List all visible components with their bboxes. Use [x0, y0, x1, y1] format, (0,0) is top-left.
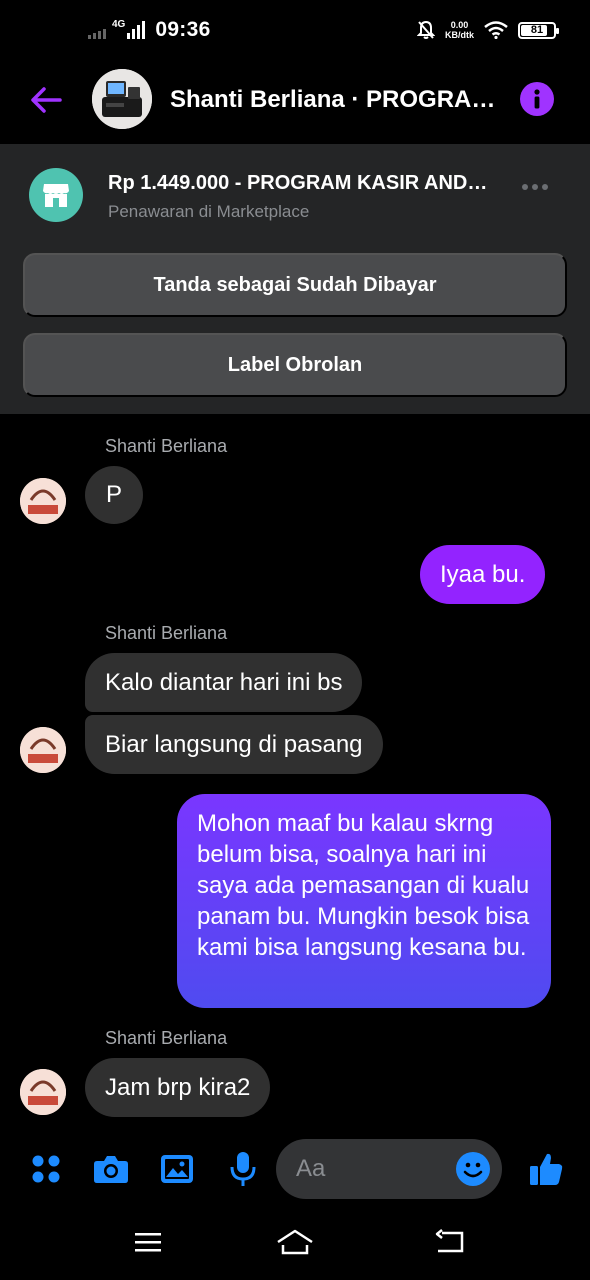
battery-level: 81	[530, 24, 544, 36]
sender-name: Shanti Berliana	[105, 1028, 228, 1048]
sender-name: Shanti Berliana	[105, 436, 228, 456]
back-icon	[435, 1229, 464, 1253]
mark-as-paid-button[interactable]: Tanda sebagai Sudah Dibayar	[23, 253, 567, 317]
message-bubble-incoming[interactable]: P	[85, 466, 143, 524]
camera-icon[interactable]	[93, 1151, 129, 1187]
network-speed: 0.00 KB/dtk	[445, 20, 474, 40]
arrow-left-icon	[31, 87, 62, 113]
signal-sim2-icon	[127, 21, 146, 39]
message-composer	[0, 1134, 590, 1204]
wifi-icon	[484, 21, 508, 39]
clock: 09:36	[155, 18, 211, 41]
profile-picture-icon	[20, 727, 66, 773]
message-bubble-outgoing[interactable]: Mohon maaf bu kalau skrng belum bisa, so…	[177, 794, 551, 1008]
network-type: 4G	[112, 18, 126, 30]
message-bubble-outgoing[interactable]: Iyaa bu.	[420, 545, 546, 604]
battery-icon: 81	[518, 21, 559, 39]
status-bar: 4G 09:36 0.00 KB/dtk 81	[0, 0, 590, 62]
gallery-icon[interactable]	[159, 1151, 195, 1187]
message-input[interactable]	[296, 1149, 446, 1189]
microphone-icon[interactable]	[225, 1151, 261, 1187]
home-button[interactable]	[275, 1226, 315, 1258]
message-bubble-incoming[interactable]: Kalo diantar hari ini bs	[85, 653, 363, 712]
sender-avatar[interactable]	[20, 1069, 66, 1115]
apps-icon[interactable]	[28, 1151, 64, 1187]
system-navigation-bar	[0, 1204, 590, 1280]
marketplace-panel: Rp 1.449.000 - PROGRAM KASIR ANDROID Pen…	[0, 144, 590, 414]
signal-sim1-icon	[88, 21, 106, 39]
profile-picture-icon	[20, 478, 66, 524]
profile-picture-icon	[20, 1069, 66, 1115]
info-button[interactable]	[520, 82, 554, 116]
sender-avatar[interactable]	[20, 727, 66, 773]
sender-avatar[interactable]	[20, 478, 66, 524]
message-bubble-incoming[interactable]: Biar langsung di pasang	[85, 715, 383, 774]
back-button[interactable]	[26, 80, 66, 120]
speed-unit: KB/dtk	[445, 30, 474, 40]
menu-icon	[135, 1233, 161, 1252]
message-bubble-incoming[interactable]: Jam brp kira2	[85, 1058, 271, 1117]
emoji-icon[interactable]	[456, 1152, 490, 1186]
chat-title[interactable]: Shanti Berliana · PROGRAM KASIR ANDROID	[170, 86, 500, 114]
message-list: Shanti Berliana P Iyaa bu. Shanti Berlia…	[0, 414, 590, 1134]
shop-icon	[29, 168, 83, 222]
listing-title[interactable]: Rp 1.449.000 - PROGRAM KASIR ANDROID	[108, 172, 488, 195]
like-icon[interactable]	[528, 1151, 564, 1187]
back-nav-button[interactable]	[430, 1226, 470, 1258]
info-icon	[534, 89, 540, 109]
home-icon	[277, 1229, 313, 1255]
bell-off-icon	[417, 20, 435, 39]
listing-subtitle: Penawaran di Marketplace	[108, 202, 310, 221]
chat-label-button[interactable]: Label Obrolan	[23, 333, 567, 397]
speed-value: 0.00	[450, 20, 469, 30]
cashier-machine-icon	[92, 69, 152, 129]
sender-name: Shanti Berliana	[105, 623, 228, 643]
recent-apps-button[interactable]	[128, 1226, 168, 1258]
message-input-box[interactable]	[276, 1139, 502, 1199]
contact-avatar[interactable]	[92, 69, 152, 129]
more-options-icon[interactable]	[522, 184, 548, 190]
chat-header: Shanti Berliana · PROGRAM KASIR ANDROID	[0, 62, 590, 144]
